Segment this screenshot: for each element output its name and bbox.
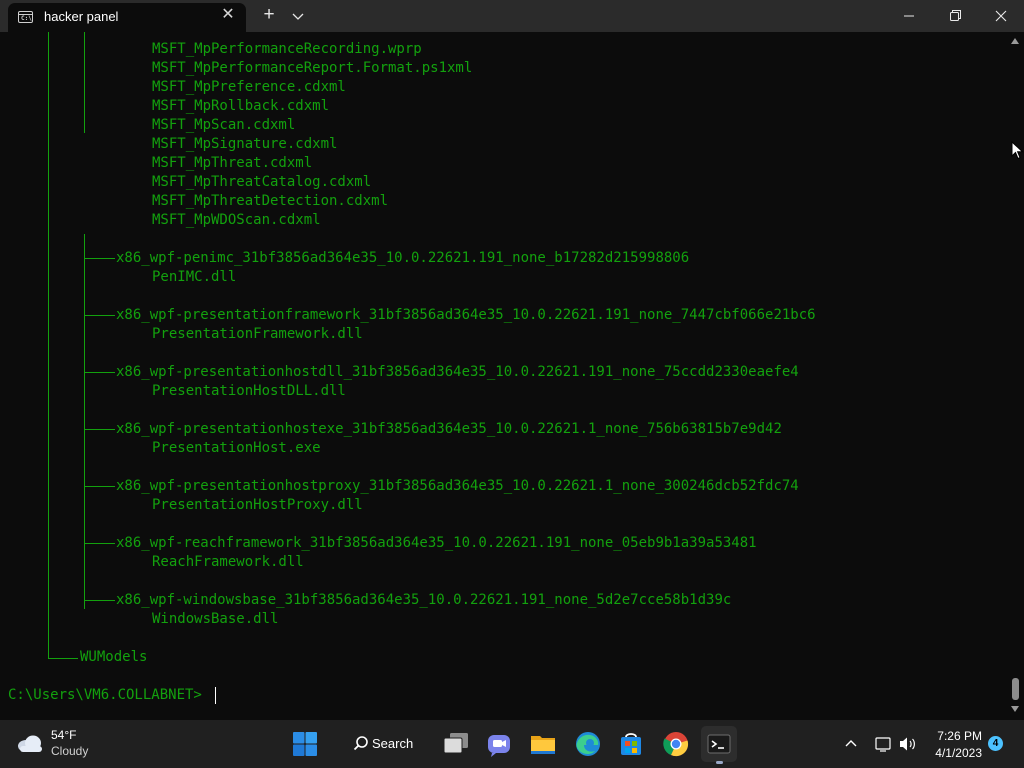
cloudy-weather-icon <box>18 735 42 752</box>
restore-button[interactable] <box>932 0 978 32</box>
file-explorer-button[interactable] <box>525 726 561 762</box>
chat-button[interactable] <box>481 726 517 762</box>
teams-chat-icon <box>488 735 510 757</box>
file-line: MSFT_MpThreat.cdxml <box>152 155 313 171</box>
tab-dropdown-button[interactable] <box>288 4 308 28</box>
close-icon <box>995 10 1007 22</box>
terminal-button[interactable] <box>701 726 737 762</box>
search-button[interactable]: Search <box>340 727 432 761</box>
notification-badge[interactable]: 4 <box>988 736 1003 751</box>
file-line: MSFT_MpPerformanceReport.Format.ps1xml <box>152 60 473 76</box>
tree-rail <box>48 626 49 659</box>
file-line: MSFT_MpThreatDetection.cdxml <box>152 193 389 209</box>
tree-connector <box>85 486 115 487</box>
file-line: MSFT_MpSignature.cdxml <box>152 136 338 152</box>
command-prompt-icon: C:\ <box>18 11 33 23</box>
package-directory-line: x86_wpf-presentationhostdll_31bf3856ad36… <box>116 364 799 380</box>
package-file-line: PresentationHostDLL.dll <box>152 383 346 399</box>
close-window-button[interactable] <box>978 0 1024 32</box>
network-volume-icons[interactable] <box>873 734 919 754</box>
restore-icon <box>950 10 961 21</box>
tree-connector <box>85 543 115 544</box>
clock-time[interactable]: 7:26 PM <box>936 729 982 743</box>
package-file-line: PresentationHostProxy.dll <box>152 497 363 513</box>
edge-icon <box>576 732 600 756</box>
file-line: MSFT_MpPerformanceRecording.wprp <box>152 41 422 57</box>
terminal-output[interactable]: MSFT_MpPerformanceRecording.wprp MSFT_MpP… <box>0 32 1008 720</box>
package-file-line: WindowsBase.dll <box>152 611 279 627</box>
tree-rail <box>84 32 85 133</box>
title-bar: C:\ hacker panel ✕ + <box>0 0 1024 32</box>
minimize-icon <box>904 15 914 17</box>
tree-connector <box>48 658 78 659</box>
mouse-pointer-icon <box>1011 141 1024 160</box>
windows-logo-icon <box>293 732 317 756</box>
edge-button[interactable] <box>570 726 606 762</box>
clock-date[interactable]: 4/1/2023 <box>929 746 982 760</box>
command-prompt: C:\Users\VM6.COLLABNET> <box>8 687 202 703</box>
tree-connector <box>85 372 115 373</box>
tree-connector <box>85 600 115 601</box>
chevron-down-icon <box>292 13 304 20</box>
package-file-line: PresentationFramework.dll <box>152 326 363 342</box>
folder-line: WUModels <box>80 649 148 665</box>
package-directory-line: x86_wpf-presentationhostproxy_31bf3856ad… <box>116 478 799 494</box>
minimize-button[interactable] <box>886 0 932 32</box>
package-file-line: ReachFramework.dll <box>152 554 304 570</box>
package-file-line: PenIMC.dll <box>152 269 237 285</box>
vertical-scrollbar[interactable] <box>1008 32 1024 720</box>
show-hidden-icons-chevron-icon[interactable] <box>843 736 859 752</box>
task-view-icon <box>443 733 468 754</box>
start-button[interactable] <box>287 726 323 762</box>
package-directory-line: x86_wpf-penimc_31bf3856ad364e35_10.0.226… <box>116 250 690 266</box>
tab-close-button[interactable]: ✕ <box>219 5 237 25</box>
file-line: MSFT_MpRollback.cdxml <box>152 98 330 114</box>
package-directory-line: x86_wpf-windowsbase_31bf3856ad364e35_10.… <box>116 592 732 608</box>
tree-rail <box>84 234 85 609</box>
package-directory-line: x86_wpf-presentationframework_31bf3856ad… <box>116 307 816 323</box>
store-button[interactable] <box>613 726 649 762</box>
search-label: Search <box>372 736 414 751</box>
file-line: MSFT_MpWDOScan.cdxml <box>152 212 321 228</box>
text-cursor <box>215 687 216 704</box>
package-file-line: PresentationHost.exe <box>152 440 321 456</box>
chrome-button[interactable] <box>658 726 694 762</box>
weather-temperature[interactable]: 54°F <box>51 728 76 742</box>
file-line: MSFT_MpThreatCatalog.cdxml <box>152 174 372 190</box>
scroll-down-arrow-icon[interactable] <box>1011 706 1019 712</box>
folder-icon <box>531 736 555 754</box>
chrome-icon <box>663 732 689 757</box>
running-indicator <box>716 761 723 764</box>
file-line: MSFT_MpPreference.cdxml <box>152 79 346 95</box>
terminal-icon <box>707 734 731 754</box>
terminal-tab[interactable]: C:\ hacker panel ✕ <box>8 3 246 32</box>
package-directory-line: x86_wpf-presentationhostexe_31bf3856ad36… <box>116 421 782 437</box>
store-icon <box>621 733 641 755</box>
tree-connector <box>85 429 115 430</box>
scroll-thumb[interactable] <box>1012 678 1019 700</box>
package-directory-line: x86_wpf-reachframework_31bf3856ad364e35_… <box>116 535 757 551</box>
tree-connector <box>85 315 115 316</box>
tab-icon-text: C:\ <box>21 15 32 22</box>
taskbar: 54°F Cloudy Search 7:26 PM 4/1/2023 4 <box>0 720 1024 768</box>
file-line: MSFT_MpScan.cdxml <box>152 117 296 133</box>
new-tab-button[interactable]: + <box>259 4 279 28</box>
task-view-button[interactable] <box>438 726 474 762</box>
weather-condition[interactable]: Cloudy <box>51 744 88 758</box>
tab-title: hacker panel <box>44 9 119 24</box>
tree-connector <box>85 258 115 259</box>
tree-rail <box>48 32 49 626</box>
scroll-up-arrow-icon[interactable] <box>1011 38 1019 44</box>
